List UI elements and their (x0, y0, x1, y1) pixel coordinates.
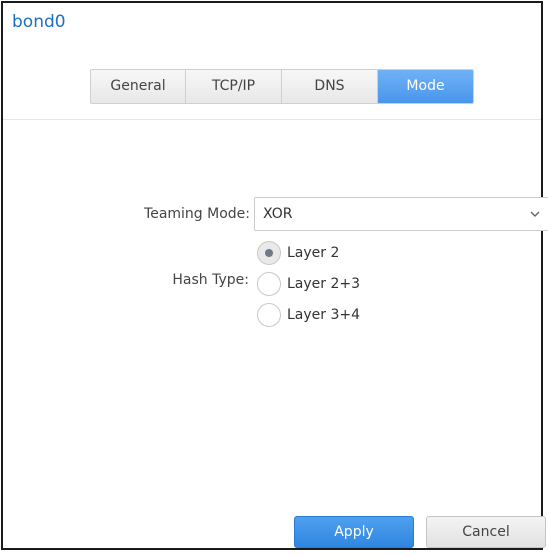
chevron-down-icon (530, 211, 540, 217)
teaming-mode-select[interactable]: XOR (254, 197, 548, 231)
header-divider (3, 119, 541, 120)
teaming-mode-value: XOR (263, 206, 293, 222)
hash-type-option-layer-2-3[interactable]: Layer 2+3 (257, 271, 360, 297)
cancel-button[interactable]: Cancel (426, 516, 546, 548)
dialog-title: bond0 (12, 12, 66, 32)
teaming-mode-label: Teaming Mode: (144, 206, 250, 222)
hash-type-option-layer-3-4[interactable]: Layer 3+4 (257, 302, 360, 328)
tab-bar: General TCP/IP DNS Mode (90, 69, 474, 104)
radio-label: Layer 3+4 (287, 307, 361, 323)
radio-label: Layer 2+3 (287, 276, 361, 292)
radio-button-checked[interactable] (257, 241, 281, 265)
bond-settings-dialog: bond0 General TCP/IP DNS Mode Teaming Mo… (1, 1, 548, 550)
tab-dns[interactable]: DNS (282, 70, 378, 103)
tab-tcp-ip[interactable]: TCP/IP (186, 70, 282, 103)
hash-type-option-layer-2[interactable]: Layer 2 (257, 240, 339, 266)
radio-label: Layer 2 (287, 245, 340, 261)
hash-type-label: Hash Type: (172, 272, 249, 288)
radio-button[interactable] (257, 303, 281, 327)
tab-general[interactable]: General (91, 70, 186, 103)
apply-button[interactable]: Apply (294, 516, 414, 548)
radio-button[interactable] (257, 272, 281, 296)
tab-mode[interactable]: Mode (378, 70, 473, 103)
